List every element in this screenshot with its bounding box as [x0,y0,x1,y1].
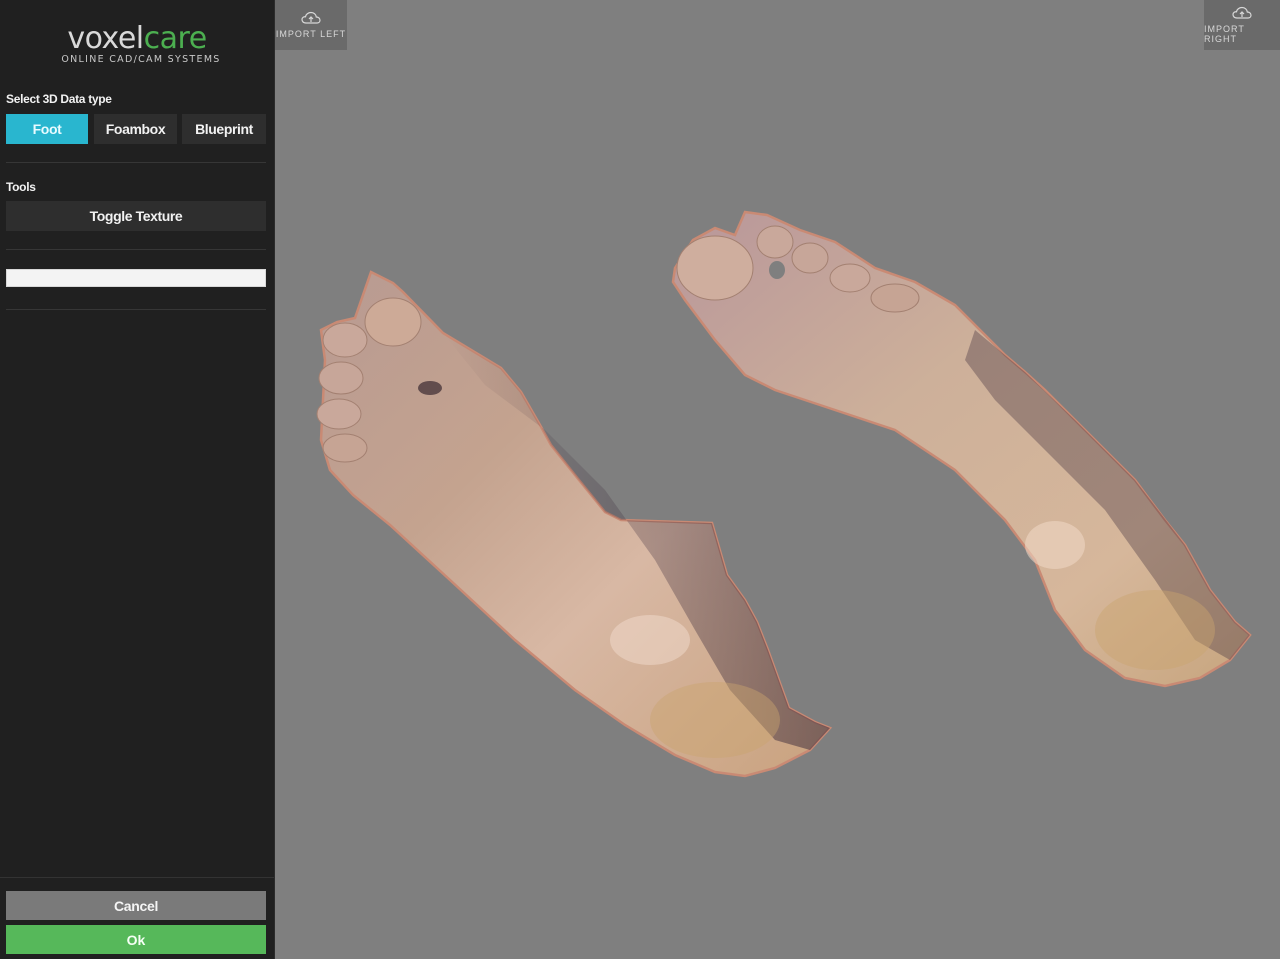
divider [6,249,266,250]
sidebar: voxelcare ONLINE CAD/CAM SYSTEMS Select … [0,0,275,959]
logo: voxelcare ONLINE CAD/CAM SYSTEMS [0,22,274,66]
import-right-button[interactable]: IMPORT RIGHT [1204,0,1280,50]
ok-button[interactable]: Ok [6,925,266,954]
divider [6,162,266,163]
logo-voxel: voxel [67,21,144,56]
logo-wordmark: voxelcare [0,22,274,56]
logo-care: care [143,21,208,56]
logo-tagline: ONLINE CAD/CAM SYSTEMS [61,54,221,65]
right-foot-scan [671,210,1252,688]
import-right-label: IMPORT RIGHT [1204,24,1245,44]
data-type-label: Select 3D Data type [6,92,112,106]
import-left-button[interactable]: IMPORT LEFT [275,0,347,50]
3d-viewport[interactable]: IMPORT LEFT IMPORT RIGHT [275,0,1280,959]
foot-scans-scene[interactable] [275,0,1280,959]
toggle-texture-button[interactable]: Toggle Texture [6,201,266,231]
cancel-button[interactable]: Cancel [6,891,266,920]
data-type-foot-button[interactable]: Foot [6,114,88,144]
divider [0,877,274,878]
import-left-label: IMPORT LEFT [275,29,347,39]
name-input[interactable] [6,269,266,287]
cloud-upload-icon [1232,6,1252,19]
divider [6,309,266,310]
app-window: voxelcare ONLINE CAD/CAM SYSTEMS Select … [0,0,1280,959]
data-type-blueprint-button[interactable]: Blueprint [182,114,266,144]
cloud-upload-icon [301,11,321,24]
tools-label: Tools [6,180,36,194]
data-type-foambox-button[interactable]: Foambox [94,114,177,144]
